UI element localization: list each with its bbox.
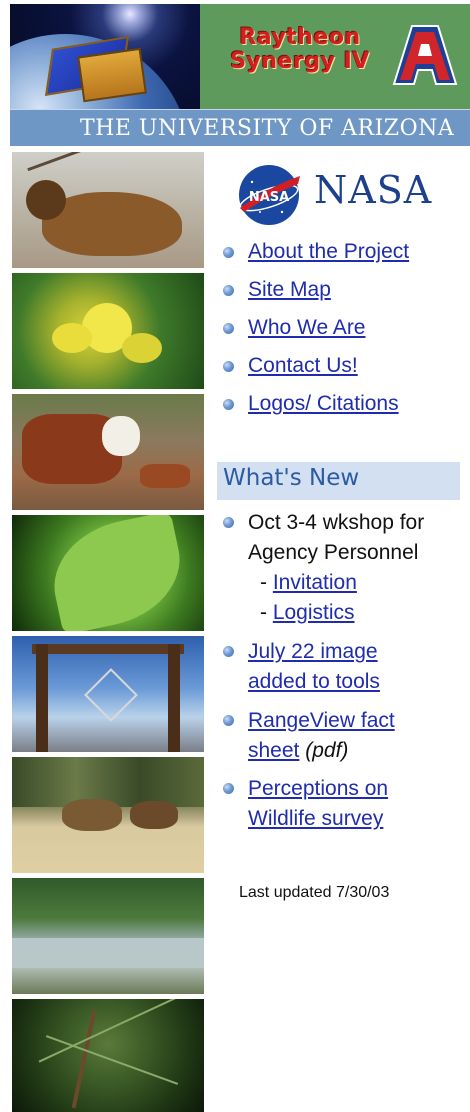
nav-item-about[interactable]: About the Project <box>220 238 465 268</box>
bullet-icon <box>223 285 234 296</box>
nasa-meatball-text: NASA <box>249 190 289 205</box>
last-updated: Last updated 7/30/03 <box>239 884 390 901</box>
who-we-are-link[interactable]: Who We Are <box>248 314 366 342</box>
bullet-icon <box>223 323 234 334</box>
perceptions-link-line2[interactable]: Wildlife survey <box>248 804 383 834</box>
banner-space-image <box>10 4 200 146</box>
news-item-workshop: Oct 3-4 wkshop for Agency Personnel - In… <box>220 508 470 628</box>
university-a-icon[interactable] <box>392 22 458 88</box>
photo-plant <box>12 999 204 1112</box>
nav-item-logos[interactable]: Logos/ Citations <box>220 390 465 420</box>
nasa-logo[interactable]: NASA NASA <box>236 160 451 228</box>
bullet-icon <box>223 715 234 726</box>
pdf-label: (pdf) <box>305 739 349 762</box>
photo-gate <box>12 636 204 752</box>
july-image-link-line1[interactable]: July 22 image <box>248 637 378 667</box>
news-item-rangeview[interactable]: RangeView fact sheet (pdf) <box>220 706 470 768</box>
photo-deer <box>12 757 204 873</box>
july-image-link-line2[interactable]: added to tools <box>248 667 380 697</box>
banner-title-line1: Raytheon <box>239 25 361 50</box>
bullet-icon <box>223 247 234 258</box>
logistics-prefix: - <box>260 601 273 624</box>
whats-new-title: What's New <box>223 465 360 491</box>
satellite-body <box>77 47 147 103</box>
banner-title: Raytheon Synergy IV <box>215 26 385 74</box>
news-item-perceptions[interactable]: Perceptions on Wildlife survey <box>220 774 470 836</box>
bullet-icon <box>223 399 234 410</box>
logos-citations-link[interactable]: Logos/ Citations <box>248 390 399 418</box>
contact-us-link[interactable]: Contact Us! <box>248 352 358 380</box>
photo-cattle <box>12 394 204 510</box>
photo-elk <box>12 152 204 268</box>
invitation-prefix: - <box>260 571 273 594</box>
invitation-link[interactable]: Invitation <box>273 571 357 594</box>
banner-title-line2: Synergy IV <box>230 49 370 74</box>
nasa-meatball-icon: NASA <box>239 165 300 225</box>
logistics-line: - Logistics <box>260 598 355 628</box>
bullet-icon <box>223 646 234 657</box>
perceptions-link-line1[interactable]: Perceptions on <box>248 774 388 804</box>
news-item-july-image[interactable]: July 22 image added to tools <box>220 637 470 699</box>
nav-item-who[interactable]: Who We Are <box>220 314 465 344</box>
photo-column <box>12 152 204 1112</box>
rangeview-link-line1[interactable]: RangeView fact <box>248 706 395 736</box>
photo-leaf <box>12 515 204 631</box>
bullet-icon <box>223 517 234 528</box>
nav-item-sitemap[interactable]: Site Map <box>220 276 465 306</box>
bullet-icon <box>223 783 234 794</box>
photo-river <box>12 878 204 994</box>
university-bar: THE UNIVERSITY OF ARIZONA <box>10 109 470 146</box>
nasa-wordmark: NASA <box>314 168 433 212</box>
nav-item-contact[interactable]: Contact Us! <box>220 352 465 382</box>
rangeview-link-line2[interactable]: sheet <box>248 739 299 762</box>
header-banner: Raytheon Synergy IV THE UNIVERSITY OF AR… <box>10 4 470 146</box>
workshop-line2: Agency Personnel <box>248 541 419 564</box>
logistics-link[interactable]: Logistics <box>273 601 355 624</box>
rangeview-line2: sheet (pdf) <box>248 736 348 766</box>
bullet-icon <box>223 361 234 372</box>
photo-yellow-flower <box>12 273 204 389</box>
invitation-line: - Invitation <box>260 568 357 598</box>
site-map-link[interactable]: Site Map <box>248 276 331 304</box>
about-project-link[interactable]: About the Project <box>248 238 409 266</box>
university-name[interactable]: THE UNIVERSITY OF ARIZONA <box>80 116 470 141</box>
whats-new-header: What's New <box>217 462 460 500</box>
workshop-line1: Oct 3-4 wkshop for <box>248 511 425 534</box>
